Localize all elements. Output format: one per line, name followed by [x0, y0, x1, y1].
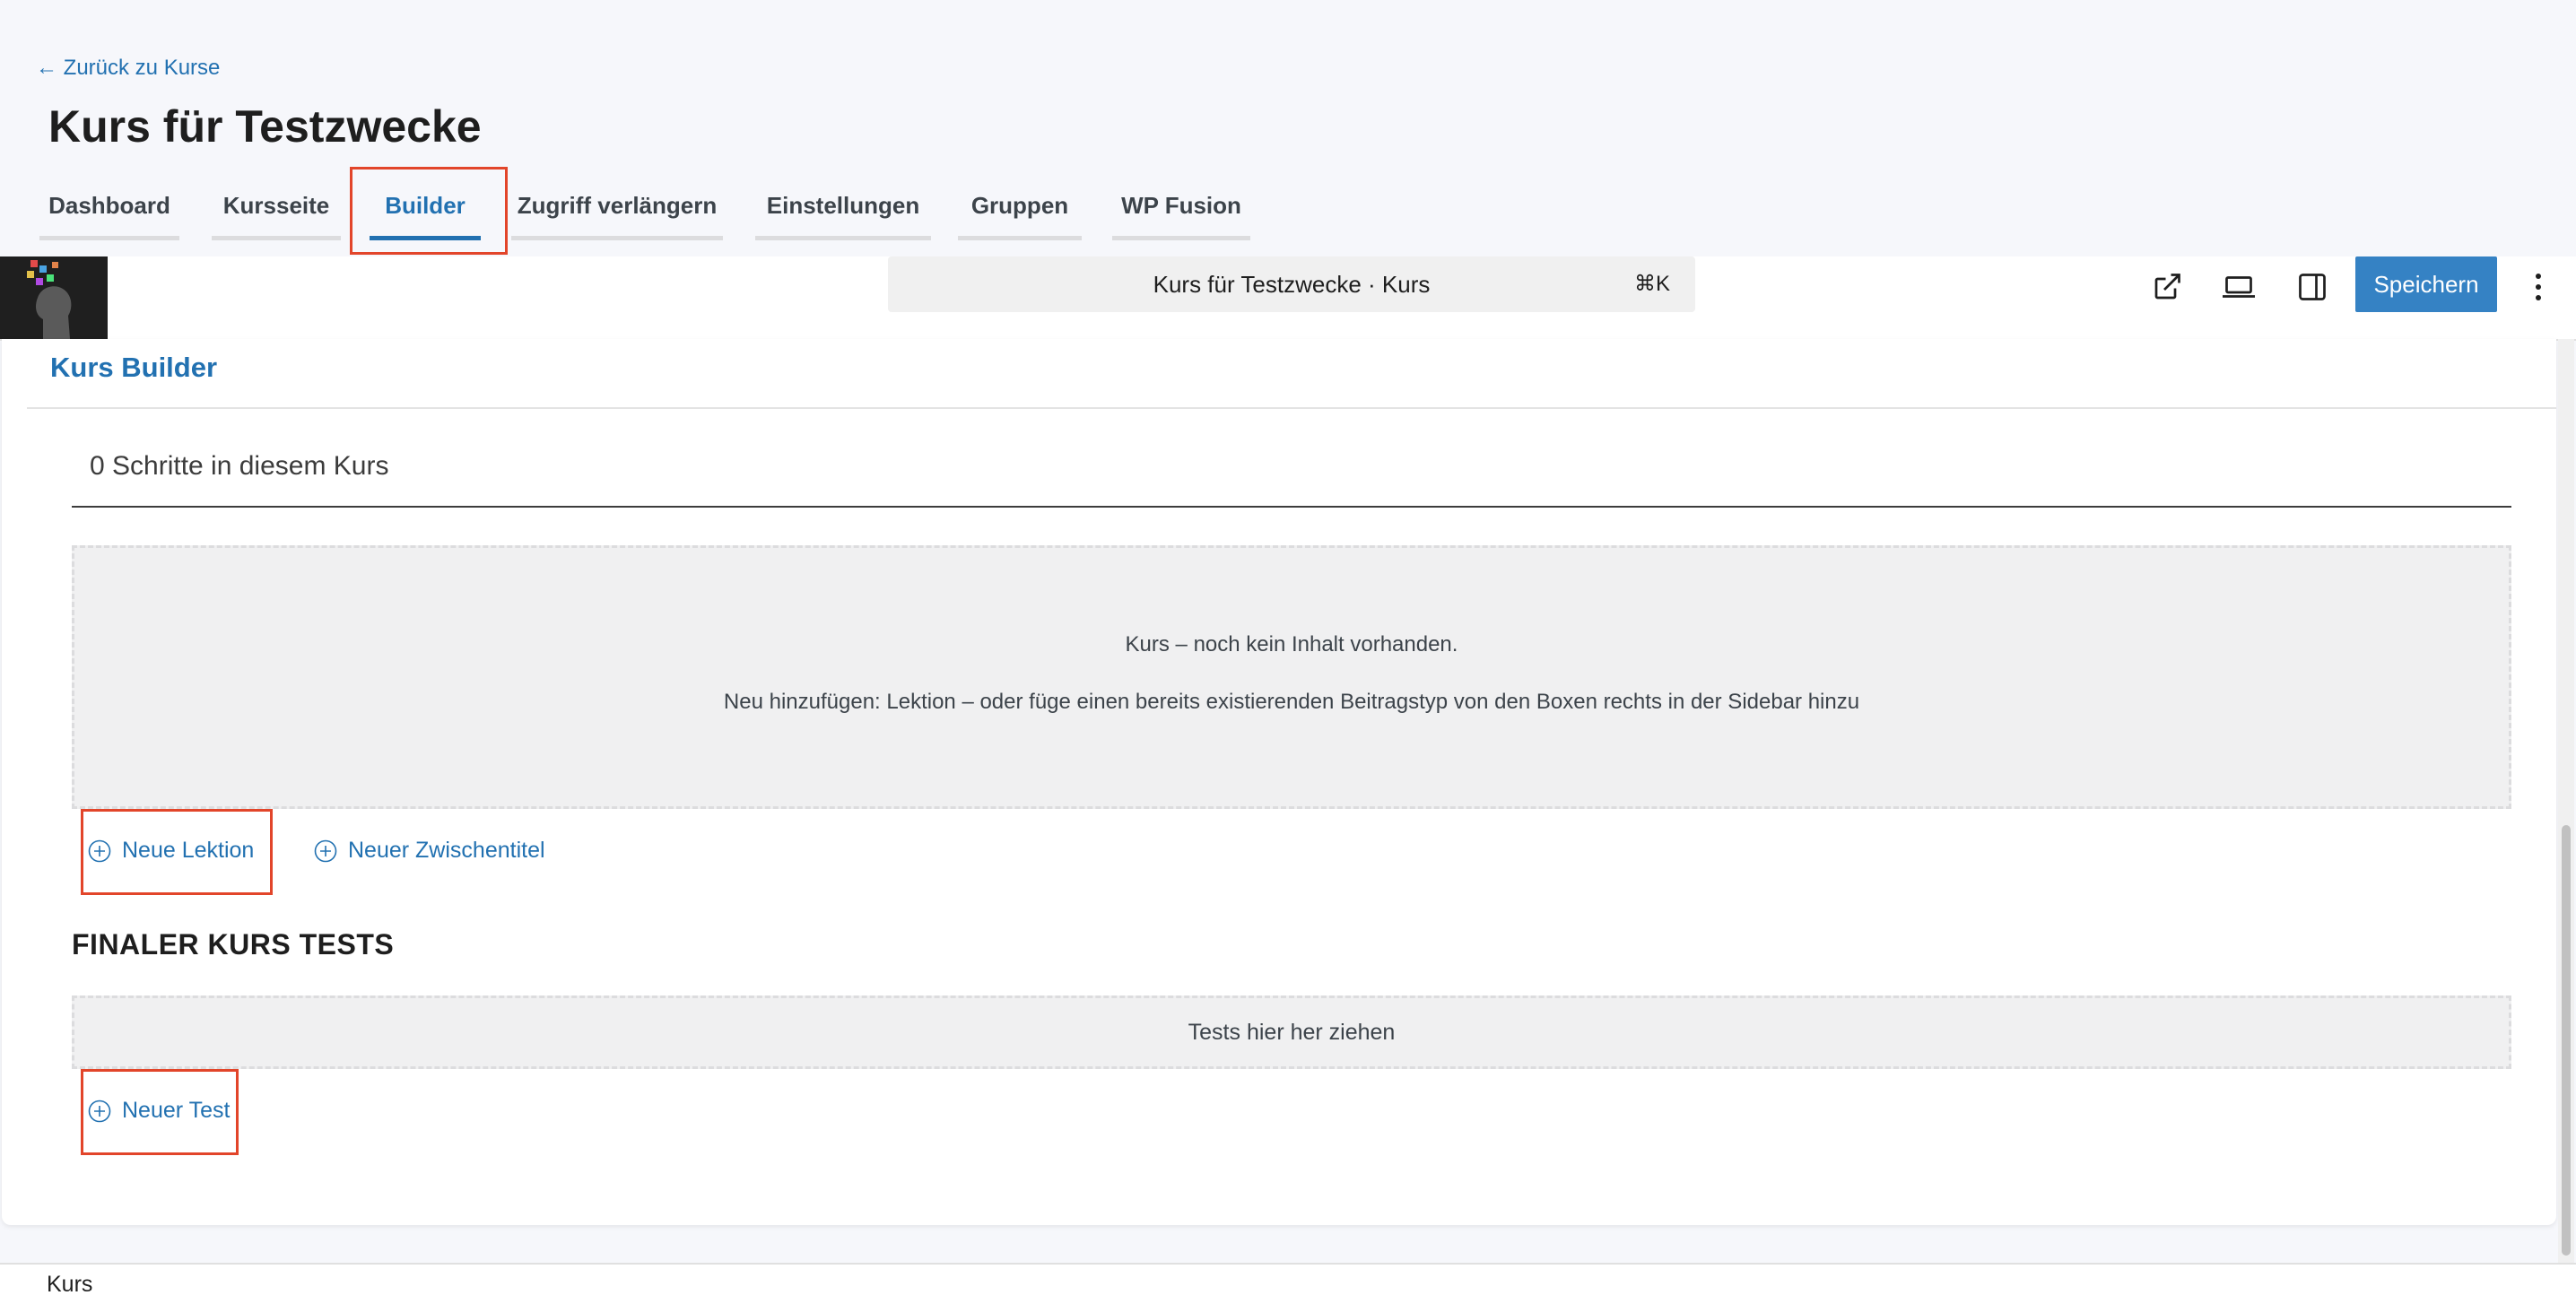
command-palette-bar[interactable]: Kurs für Testzwecke · Kurs ⌘K [888, 256, 1695, 312]
empty-state-text: Kurs – noch kein Inhalt vorhanden. [1125, 632, 1458, 656]
tab-builder[interactable]: Builder [370, 176, 481, 240]
new-section-heading-button[interactable]: Neuer Zwischentitel [314, 838, 545, 864]
new-lesson-label: Neue Lektion [122, 838, 255, 863]
external-link-icon[interactable] [2147, 267, 2187, 307]
site-logo[interactable] [0, 256, 108, 339]
tab-dashboard[interactable]: Dashboard [39, 176, 179, 240]
sidebar-toggle-icon[interactable] [2293, 267, 2332, 307]
laptop-preview-icon[interactable] [2219, 267, 2258, 307]
steps-count: 0 Schritte in diesem Kurs [90, 451, 389, 481]
breadcrumb[interactable]: Kurs [47, 1272, 92, 1298]
back-to-courses-link[interactable]: ← Zurück zu Kurse [36, 56, 220, 81]
tab-gruppen[interactable]: Gruppen [958, 176, 1082, 240]
builder-heading[interactable]: Kurs Builder [50, 352, 217, 384]
lesson-dropzone[interactable]: Kurs – noch kein Inhalt vorhanden. Neu h… [72, 545, 2511, 809]
tab-wp-fusion[interactable]: WP Fusion [1112, 176, 1250, 240]
more-vertical-icon[interactable] [2520, 267, 2556, 307]
plus-circle-icon [314, 839, 337, 863]
new-test-button[interactable]: Neuer Test [88, 1098, 230, 1124]
divider [27, 407, 2556, 409]
divider [72, 506, 2511, 508]
plus-circle-icon [88, 1100, 111, 1123]
scrollbar-thumb[interactable] [2562, 825, 2571, 1256]
final-tests-heading: FINALER KURS TESTS [72, 928, 395, 961]
tab-zugriff-verlaengern[interactable]: Zugriff verlängern [511, 176, 723, 240]
new-test-label: Neuer Test [122, 1098, 231, 1123]
plus-circle-icon [88, 839, 111, 863]
empty-state-hint: Neu hinzufügen: Lektion – oder füge eine… [723, 690, 1860, 714]
tests-dropzone[interactable]: Tests hier her ziehen [72, 995, 2511, 1069]
tab-einstellungen[interactable]: Einstellungen [755, 176, 931, 240]
save-button[interactable]: Speichern [2355, 256, 2497, 312]
new-lesson-button[interactable]: Neue Lektion [88, 838, 254, 864]
editor-footer-bar [0, 1263, 2576, 1304]
new-section-heading-label: Neuer Zwischentitel [348, 838, 545, 863]
command-bar-title: Kurs für Testzwecke · Kurs [1153, 270, 1431, 298]
tab-kursseite[interactable]: Kursseite [212, 176, 341, 240]
tests-dropzone-text: Tests hier her ziehen [1188, 1019, 1396, 1045]
command-shortcut-hint: ⌘K [1633, 272, 1670, 296]
page-title: Kurs für Testzwecke [48, 101, 482, 152]
